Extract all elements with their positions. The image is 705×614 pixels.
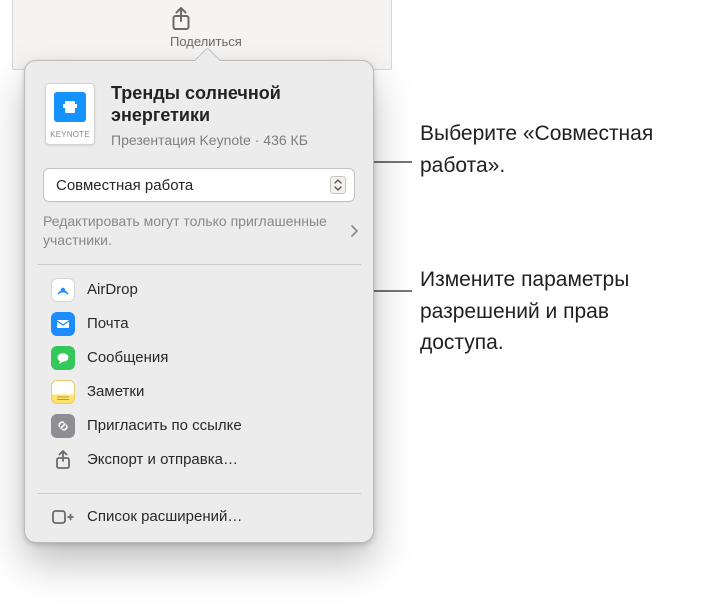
share-item-notes[interactable]: Заметки xyxy=(31,375,367,409)
messages-icon xyxy=(49,346,77,370)
popover-header: KEYNOTE Тренды солнечной энергетики През… xyxy=(25,61,373,158)
share-item-export[interactable]: Экспорт и отправка… xyxy=(31,443,367,477)
document-title: Тренды солнечной энергетики xyxy=(111,83,353,126)
share-item-label: Заметки xyxy=(87,383,144,400)
annotation-permissions: Измените параметры разрешений и прав дос… xyxy=(420,264,680,359)
extensions-icon xyxy=(49,505,77,529)
divider xyxy=(37,264,361,265)
document-icon: KEYNOTE xyxy=(45,83,95,145)
share-mode-select[interactable]: Совместная работа xyxy=(43,168,355,202)
share-item-mail[interactable]: Почта xyxy=(31,307,367,341)
link-icon xyxy=(49,414,77,438)
airdrop-icon xyxy=(49,278,77,302)
share-toolbar-button[interactable]: Поделиться xyxy=(170,6,240,49)
chevron-up-down-icon xyxy=(330,176,346,194)
share-item-airdrop[interactable]: AirDrop xyxy=(31,273,367,307)
share-toolbar-label: Поделиться xyxy=(170,34,242,49)
export-icon xyxy=(49,448,77,472)
chevron-right-icon xyxy=(349,224,359,238)
permissions-row[interactable]: Редактировать могут только приглашенные … xyxy=(43,212,359,250)
extensions-label: Список расширений… xyxy=(87,508,242,525)
share-popover: KEYNOTE Тренды солнечной энергетики През… xyxy=(24,60,374,543)
notes-icon xyxy=(49,380,77,404)
mail-icon xyxy=(49,312,77,336)
share-item-link[interactable]: Пригласить по ссылке xyxy=(31,409,367,443)
divider xyxy=(37,493,361,494)
annotation-mode: Выберите «Совместная работа». xyxy=(420,118,680,181)
share-item-label: AirDrop xyxy=(87,281,138,298)
share-target-list: AirDrop Почта Сообщения Заметки Пригласи… xyxy=(25,271,373,479)
document-icon-badge: KEYNOTE xyxy=(46,130,94,139)
extensions-item[interactable]: Список расширений… xyxy=(31,500,367,534)
share-icon xyxy=(170,6,240,32)
share-item-label: Пригласить по ссылке xyxy=(87,417,242,434)
permissions-text: Редактировать могут только приглашенные … xyxy=(43,212,349,250)
share-item-label: Экспорт и отправка… xyxy=(87,451,238,468)
share-item-messages[interactable]: Сообщения xyxy=(31,341,367,375)
share-item-label: Почта xyxy=(87,315,129,332)
document-meta: Презентация Keynote · 436 КБ xyxy=(111,132,353,148)
document-info: Тренды солнечной энергетики Презентация … xyxy=(111,83,353,148)
share-item-label: Сообщения xyxy=(87,349,168,366)
share-mode-label: Совместная работа xyxy=(56,177,330,194)
